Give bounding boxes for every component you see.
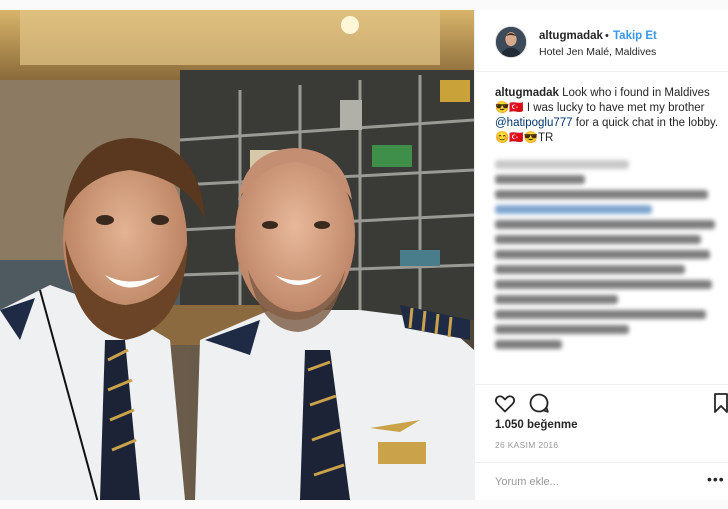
blurred-comment-line [495, 205, 652, 214]
separator-dot: • [605, 30, 609, 42]
blurred-timestamp [495, 160, 630, 169]
caption-mention[interactable]: @hatipoglu777 [495, 117, 573, 129]
blurred-comment-line [495, 325, 630, 334]
heart-icon[interactable] [493, 391, 517, 415]
blurred-comment-line [495, 265, 686, 274]
bookmark-icon[interactable] [713, 391, 728, 415]
post-side-panel: altugmadak • Takip Et Hotel Jen Malé, Ma… [474, 10, 728, 500]
blurred-comment-line [495, 235, 702, 244]
post-caption: altugmadak Look who i found in Maldives … [495, 86, 719, 146]
likes-count[interactable]: 1.050 beğenme [495, 419, 577, 431]
post-header: altugmadak • Takip Et Hotel Jen Malé, Ma… [475, 10, 728, 72]
comment-box: ••• [475, 462, 728, 500]
post-date[interactable]: 26 KASIM 2016 [495, 440, 558, 450]
blurred-comment-line [495, 295, 619, 304]
comment-icon[interactable] [527, 391, 551, 415]
avatar-image [496, 27, 526, 57]
blurred-comment-line [495, 190, 708, 199]
more-options-icon[interactable]: ••• [707, 471, 725, 487]
comment-input[interactable] [495, 473, 695, 491]
post-photo[interactable] [0, 10, 474, 500]
blurred-comment-line [495, 220, 715, 229]
blurred-comment-line [495, 250, 711, 259]
post-actions [475, 384, 728, 422]
location-link[interactable]: Hotel Jen Malé, Maldives [539, 46, 656, 58]
caption-username[interactable]: altugmadak [495, 87, 559, 99]
follow-button[interactable]: Takip Et [613, 30, 657, 42]
blurred-comments [495, 160, 719, 355]
selfie-image [0, 10, 474, 500]
blurred-comment-line [495, 340, 563, 349]
username-link[interactable]: altugmadak [539, 30, 603, 42]
instagram-post-frame: altugmadak • Takip Et Hotel Jen Malé, Ma… [0, 0, 728, 509]
blurred-comment-line [495, 175, 585, 184]
blurred-comment-line [495, 280, 713, 289]
blurred-comment-line [495, 310, 706, 319]
avatar[interactable] [495, 26, 527, 58]
